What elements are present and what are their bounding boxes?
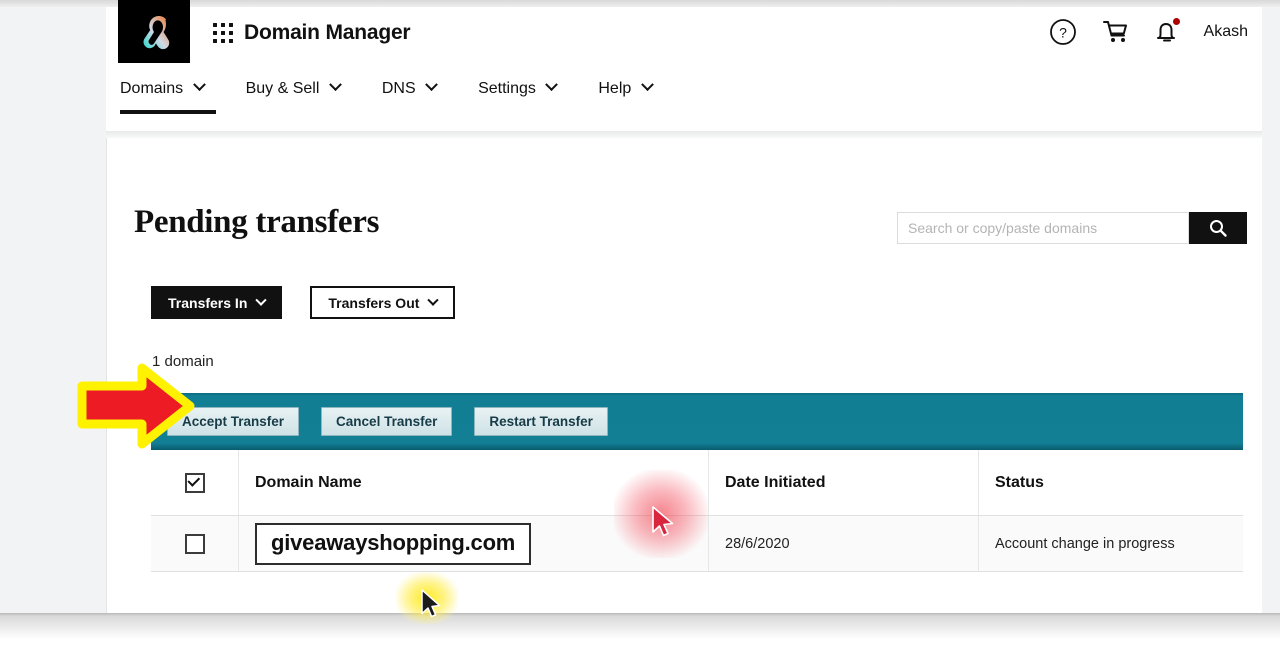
column-label: Status (995, 473, 1044, 491)
main-nav: Domains Buy & Sell DNS Settings Help (106, 64, 1262, 131)
cancel-transfer-button[interactable]: Cancel Transfer (321, 407, 453, 436)
notification-bell-icon[interactable] (1152, 17, 1182, 47)
nav-item-label: Buy & Sell (245, 80, 320, 97)
shopping-cart-icon[interactable] (1100, 17, 1130, 47)
status-badge: Account change in progress (995, 535, 1175, 552)
app-header: Domain Manager ? Akash (106, 0, 1262, 64)
video-top-letterbox (0, 0, 1280, 7)
chevron-down-icon (192, 78, 206, 92)
table-header-row: Domain Name Date Initiated Status (151, 450, 1243, 516)
filter-label: Transfers In (168, 294, 248, 311)
search-button[interactable] (1189, 212, 1247, 244)
nav-item-label: Domains (120, 80, 184, 97)
pending-transfers-table: Domain Name Date Initiated Status giveaw… (151, 450, 1243, 572)
filter-transfers-in[interactable]: Transfers In (151, 286, 283, 319)
nav-item-settings[interactable]: Settings (478, 78, 574, 98)
accept-transfer-button[interactable]: Accept Transfer (167, 407, 300, 436)
select-all-cell (151, 450, 239, 515)
svg-text:?: ? (1059, 25, 1067, 41)
app-grid-icon[interactable] (213, 23, 235, 45)
column-header-domain-name[interactable]: Domain Name (239, 450, 709, 515)
filter-label: Transfers Out (328, 294, 420, 311)
nav-item-label: Settings (478, 80, 536, 97)
date-value: 28/6/2020 (725, 535, 790, 552)
column-label: Domain Name (255, 473, 362, 491)
search-input[interactable] (897, 212, 1189, 244)
domain-search (897, 212, 1247, 244)
page-title: Pending transfers (134, 204, 380, 240)
help-circle-icon[interactable]: ? (1048, 17, 1078, 47)
column-header-date-initiated[interactable]: Date Initiated (709, 450, 979, 515)
restart-transfer-button[interactable]: Restart Transfer (474, 407, 608, 436)
app-title: Domain Manager (244, 21, 411, 44)
transfer-filter-group: Transfers In Transfers Out (151, 286, 456, 319)
nav-item-label: Help (598, 80, 632, 97)
bulk-action-toolbar: Accept Transfer Cancel Transfer Restart … (151, 393, 1243, 450)
nav-item-domains[interactable]: Domains (120, 78, 222, 114)
video-bottom-letterbox (0, 613, 1280, 661)
nav-item-help[interactable]: Help (598, 78, 669, 98)
notification-dot (1171, 17, 1181, 26)
table-row[interactable]: giveawayshopping.com 28/6/2020 Account c… (151, 516, 1243, 572)
row-select-cell (151, 516, 239, 571)
page-right-gutter (1262, 7, 1280, 613)
domain-name-link[interactable]: giveawayshopping.com (255, 522, 532, 565)
select-all-checkbox[interactable] (184, 472, 205, 493)
chevron-down-icon (640, 78, 654, 92)
chevron-down-icon (328, 78, 342, 92)
screen-root: Domain Manager ? Akash Domains Buy & Sel… (0, 0, 1280, 661)
filter-transfers-out[interactable]: Transfers Out (310, 286, 456, 319)
header-actions: ? Akash (1048, 17, 1248, 47)
row-checkbox[interactable] (184, 533, 205, 554)
content-card: Pending transfers Transfers In Transfers… (106, 138, 1262, 613)
user-name[interactable]: Akash (1204, 23, 1248, 41)
browser-page: Domain Manager ? Akash Domains Buy & Sel… (106, 0, 1262, 613)
nav-divider (106, 131, 1262, 138)
nav-item-dns[interactable]: DNS (381, 78, 454, 98)
domain-count: 1 domain (152, 353, 214, 370)
column-header-status[interactable]: Status (979, 450, 1243, 515)
cell-domain-name: giveawayshopping.com (239, 516, 709, 571)
column-label: Date Initiated (725, 473, 826, 491)
chevron-down-icon (255, 294, 268, 306)
search-icon (1210, 220, 1227, 237)
chevron-down-icon (545, 78, 559, 92)
chevron-down-icon (425, 78, 438, 92)
nav-item-label: DNS (381, 80, 416, 97)
nav-item-buy-sell[interactable]: Buy & Sell (245, 78, 358, 98)
godaddy-logo-icon[interactable] (118, 0, 190, 63)
chevron-down-icon (427, 294, 440, 306)
cell-status: Account change in progress (979, 516, 1243, 571)
cell-date-initiated: 28/6/2020 (709, 516, 979, 571)
page-left-gutter (0, 7, 106, 613)
